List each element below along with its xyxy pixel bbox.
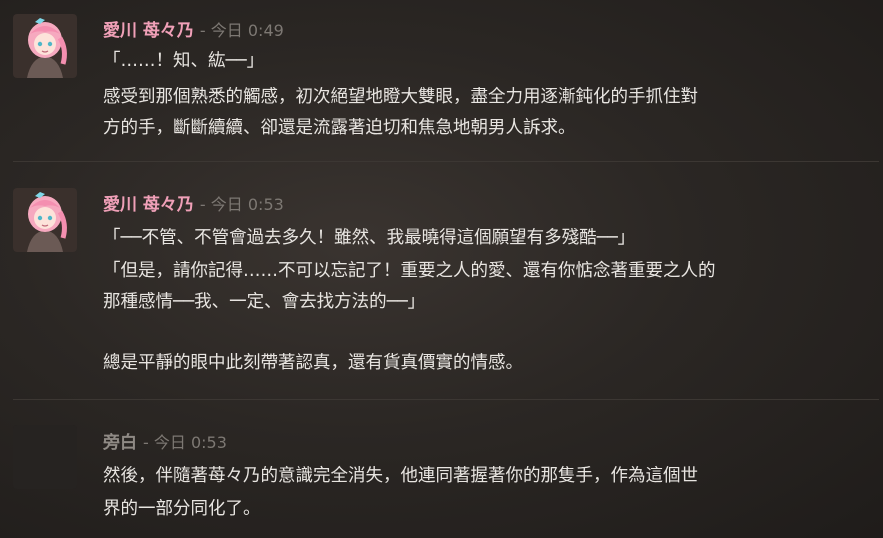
message-line: 「──不管、不管會過去多久！雖然、我最曉得這個願望有多殘酷──」	[103, 228, 636, 248]
author-name[interactable]: 愛川 苺々乃	[103, 21, 194, 41]
message-line: 那種感情──我、一定、會去找方法的──」	[103, 292, 426, 312]
message-header: 愛川 苺々乃 - 今日 0:49	[103, 16, 284, 41]
narrator-avatar-icon	[13, 425, 77, 489]
message-line: 界的一部分同化了。	[103, 499, 261, 519]
pink-hair-girl-avatar-icon	[13, 14, 77, 78]
message-divider	[13, 399, 879, 400]
message-line: 然後，伴隨著苺々乃的意識完全消失，他連同著握著你的那隻手，作為這個世	[103, 466, 698, 486]
author-name[interactable]: 愛川 苺々乃	[103, 195, 194, 215]
message-line: 感受到那個熟悉的觸感，初次絕望地瞪大雙眼，盡全力用逐漸鈍化的手抓住對	[103, 87, 698, 107]
timestamp: - 今日 0:53	[199, 195, 284, 214]
message-header: 旁白 - 今日 0:53	[103, 428, 227, 453]
avatar[interactable]	[13, 14, 77, 78]
author-name[interactable]: 旁白	[103, 433, 137, 453]
timestamp-text: 今日 0:53	[153, 433, 227, 452]
pink-hair-girl-avatar-icon	[13, 188, 77, 252]
message-line: 「但是，請你記得……不可以忘記了！重要之人的愛、還有你惦念著重要之人的	[103, 261, 716, 281]
timestamp-text: 今日 0:49	[210, 21, 284, 40]
timestamp: - 今日 0:53	[143, 433, 227, 452]
message-divider	[13, 161, 879, 162]
timestamp: - 今日 0:49	[199, 21, 284, 40]
avatar[interactable]	[13, 425, 77, 489]
message-line: 總是平靜的眼中此刻帶著認真，還有貨真價實的情感。	[103, 353, 523, 373]
avatar[interactable]	[13, 188, 77, 252]
message-line: 「……！知、紘──」	[103, 51, 265, 71]
message-header: 愛川 苺々乃 - 今日 0:53	[103, 190, 284, 215]
message-line: 方的手，斷斷續續、卻還是流露著迫切和焦急地朝男人訴求。	[103, 118, 576, 138]
timestamp-text: 今日 0:53	[210, 195, 284, 214]
